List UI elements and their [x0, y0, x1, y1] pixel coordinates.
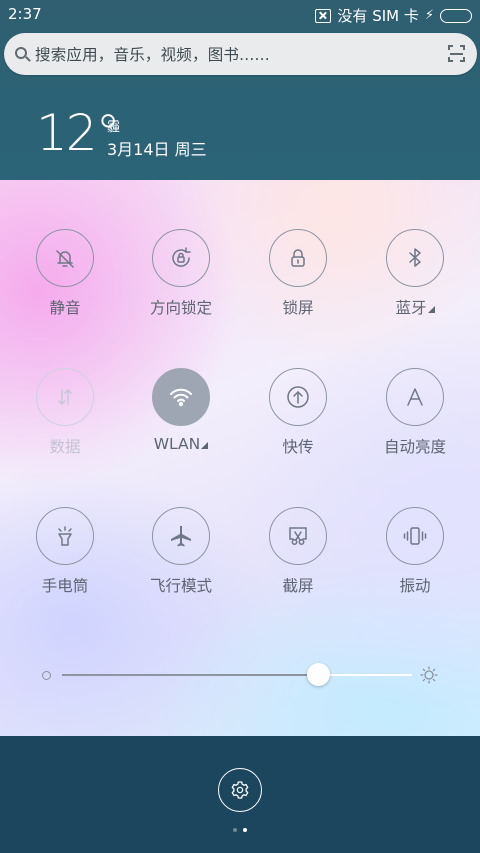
vibrate-icon: [386, 507, 444, 565]
sim-status-text: 没有 SIM 卡: [337, 7, 419, 25]
airplane-icon: [152, 507, 210, 565]
brightness-slider[interactable]: [40, 663, 440, 687]
brightness-thumb[interactable]: [307, 663, 330, 686]
toggle-auto-brightness[interactable]: 自动亮度: [360, 368, 470, 457]
toggle-label: 数据: [49, 438, 81, 456]
status-bar: 2:37 没有 SIM 卡 ⚡: [0, 0, 480, 28]
search-icon: [14, 46, 31, 63]
toggle-flashlight[interactable]: 手电筒: [10, 507, 120, 596]
bluetooth-icon: [386, 229, 444, 287]
submenu-indicator-icon: [201, 442, 209, 449]
weather-condition: 霾: [107, 120, 121, 135]
search-placeholder: 搜索应用，音乐，视频，图书......: [35, 46, 270, 64]
toggle-rotation-lock[interactable]: 方向锁定: [126, 229, 236, 318]
brightness-low-icon: [42, 671, 51, 680]
toggle-label: 方向锁定: [149, 299, 212, 317]
gear-icon: [231, 781, 249, 799]
toggle-mobile-data[interactable]: 数据: [10, 368, 120, 457]
page-dot[interactable]: [233, 828, 237, 832]
scan-icon[interactable]: [448, 45, 465, 62]
toggle-label: 锁屏: [282, 299, 314, 317]
page-dot-active[interactable]: [243, 828, 247, 832]
no-sim-icon: [315, 8, 332, 23]
screenshot-icon: [269, 507, 327, 565]
toggle-label: 振动: [399, 577, 431, 595]
weather-date: 3月14日 周三: [107, 140, 207, 159]
toggle-label: 自动亮度: [383, 438, 446, 456]
quick-settings-panel: 静音 方向锁定 锁屏 蓝牙 数据 WLAN 快传 自动亮度 手电筒 飞行模式 截…: [0, 180, 480, 736]
charging-icon: ⚡: [424, 8, 434, 23]
wifi-icon: [152, 368, 210, 426]
brightness-high-icon: [420, 666, 438, 684]
lock-icon: [269, 229, 327, 287]
toggle-silent[interactable]: 静音: [10, 229, 120, 318]
toggle-label: WLAN: [126, 435, 236, 453]
data-arrows-icon: [36, 368, 94, 426]
toggle-label: 截屏: [282, 577, 314, 595]
toggle-screenshot[interactable]: 截屏: [243, 507, 353, 596]
brightness-track[interactable]: [62, 663, 412, 686]
bell-off-icon: [36, 229, 94, 287]
toggle-airplane-mode[interactable]: 飞行模式: [126, 507, 236, 596]
toggle-bluetooth[interactable]: 蓝牙: [360, 229, 470, 318]
settings-button[interactable]: [218, 768, 262, 812]
brightness-fill: [62, 674, 318, 676]
search-bar[interactable]: 搜索应用，音乐，视频，图书......: [4, 33, 477, 75]
toggle-wlan[interactable]: WLAN: [126, 368, 236, 453]
status-right: 没有 SIM 卡 ⚡: [315, 5, 472, 26]
submenu-indicator-icon: [427, 306, 435, 313]
flashlight-icon: [36, 507, 94, 565]
toggle-quick-send[interactable]: 快传: [243, 368, 353, 457]
auto-brightness-icon: [386, 368, 444, 426]
toggle-label: 静音: [49, 299, 81, 317]
page-indicator: [233, 828, 247, 832]
toggle-vibrate[interactable]: 振动: [360, 507, 470, 596]
toggle-label: 手电筒: [41, 577, 89, 595]
toggle-label: 飞行模式: [149, 577, 212, 595]
toggle-label: 快传: [282, 438, 314, 456]
battery-icon: [440, 8, 472, 23]
toggle-label: 蓝牙: [360, 296, 470, 318]
toggle-lock-screen[interactable]: 锁屏: [243, 229, 353, 318]
rotation-lock-icon: [152, 229, 210, 287]
status-time: 2:37: [8, 5, 42, 23]
quick-send-icon: [269, 368, 327, 426]
